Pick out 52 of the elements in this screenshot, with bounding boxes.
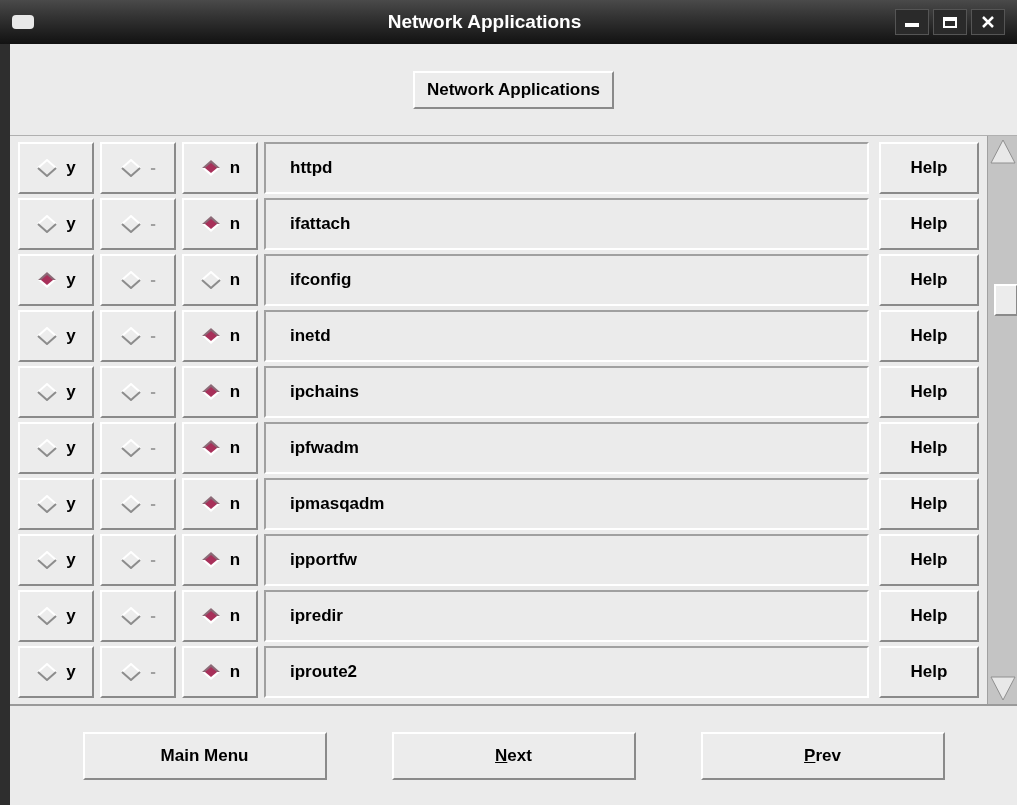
application-name: ifconfig: [264, 254, 869, 306]
header-button[interactable]: Network Applications: [412, 70, 615, 109]
radio-option[interactable]: y: [18, 198, 94, 250]
application-name: iproute2: [264, 646, 869, 698]
application-name: ipmasqadm: [264, 478, 869, 530]
maximize-button[interactable]: [933, 9, 967, 35]
help-button[interactable]: Help: [879, 534, 979, 586]
radio-option[interactable]: y: [18, 366, 94, 418]
radio-option[interactable]: y: [18, 310, 94, 362]
application-name: ifattach: [264, 198, 869, 250]
radio-option[interactable]: n: [182, 142, 258, 194]
application-name: ipchains: [264, 366, 869, 418]
radio-option[interactable]: n: [182, 534, 258, 586]
help-button[interactable]: Help: [879, 142, 979, 194]
footer-button[interactable]: Prev: [700, 731, 945, 780]
scrollbar-thumb[interactable]: [994, 284, 1017, 316]
radio-option[interactable]: y: [18, 254, 94, 306]
window-menu-icon[interactable]: [12, 15, 34, 29]
radio-option[interactable]: n: [182, 646, 258, 698]
application-name: ipportfw: [264, 534, 869, 586]
radio-option[interactable]: y: [18, 142, 94, 194]
scrollbar[interactable]: [987, 136, 1017, 704]
help-button[interactable]: Help: [879, 478, 979, 530]
application-name: httpd: [264, 142, 869, 194]
radio-option[interactable]: n: [182, 590, 258, 642]
radio-option[interactable]: n: [182, 478, 258, 530]
radio-option[interactable]: n: [182, 366, 258, 418]
radio-option[interactable]: n: [182, 254, 258, 306]
footer-button[interactable]: Main Menu: [82, 731, 327, 780]
help-button[interactable]: Help: [879, 198, 979, 250]
close-button[interactable]: [971, 9, 1005, 35]
radio-option[interactable]: n: [182, 198, 258, 250]
radio-option[interactable]: y: [18, 590, 94, 642]
help-button[interactable]: Help: [879, 590, 979, 642]
help-button[interactable]: Help: [879, 422, 979, 474]
help-button[interactable]: Help: [879, 254, 979, 306]
application-name: ipfwadm: [264, 422, 869, 474]
footer-button[interactable]: Next: [391, 731, 636, 780]
window-title: Network Applications: [386, 9, 583, 34]
radio-option[interactable]: y: [18, 646, 94, 698]
radio-option[interactable]: n: [182, 310, 258, 362]
radio-option[interactable]: y: [18, 422, 94, 474]
help-button[interactable]: Help: [879, 646, 979, 698]
minimize-button[interactable]: [895, 9, 929, 35]
help-button[interactable]: Help: [879, 310, 979, 362]
radio-option[interactable]: y: [18, 478, 94, 530]
application-name: ipredir: [264, 590, 869, 642]
radio-option[interactable]: n: [182, 422, 258, 474]
close-icon: [981, 15, 995, 29]
radio-option[interactable]: y: [18, 534, 94, 586]
application-name: inetd: [264, 310, 869, 362]
help-button[interactable]: Help: [879, 366, 979, 418]
